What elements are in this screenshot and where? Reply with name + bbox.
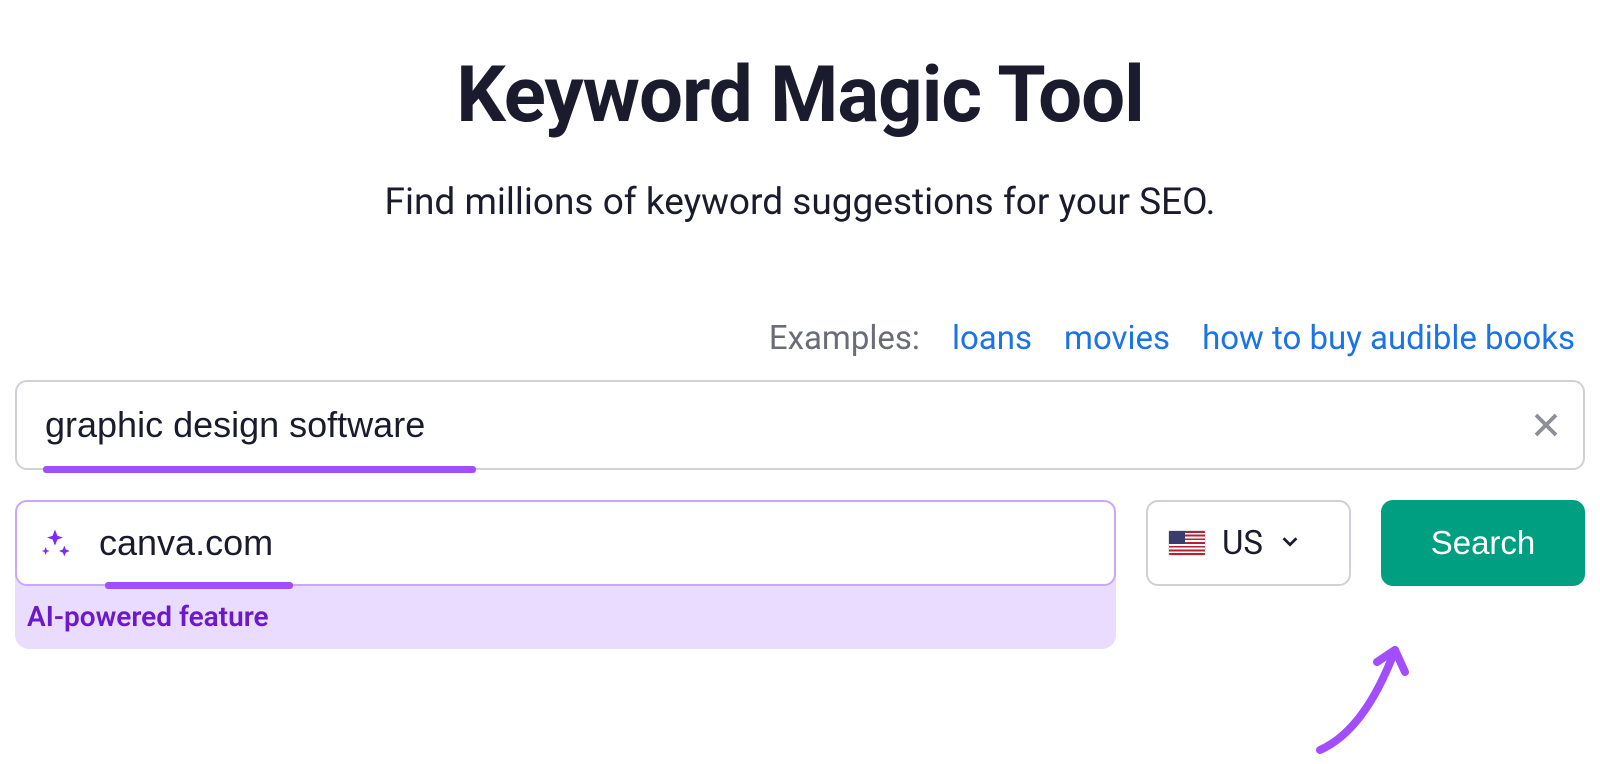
annotation-highlight-domain bbox=[105, 582, 293, 589]
search-button[interactable]: Search bbox=[1381, 500, 1585, 586]
domain-input[interactable] bbox=[99, 522, 1092, 564]
ai-feature-label: AI-powered feature bbox=[15, 586, 1116, 637]
sparkle-icon bbox=[39, 527, 71, 559]
country-code-label: US bbox=[1222, 524, 1263, 563]
close-icon bbox=[1531, 410, 1561, 440]
page-title: Keyword Magic Tool bbox=[456, 50, 1144, 141]
example-link-loans[interactable]: loans bbox=[952, 319, 1032, 358]
keyword-input-group bbox=[15, 380, 1585, 470]
country-select[interactable]: US bbox=[1146, 500, 1351, 586]
annotation-arrow bbox=[1305, 620, 1425, 764]
chevron-down-icon bbox=[1279, 530, 1301, 556]
annotation-highlight-keyword bbox=[43, 466, 476, 473]
us-flag-icon bbox=[1168, 530, 1206, 556]
examples-label: Examples: bbox=[769, 319, 920, 358]
domain-input-wrap bbox=[15, 500, 1116, 586]
search-controls-row: AI-powered feature US Search bbox=[15, 500, 1585, 649]
examples-row: Examples: loans movies how to buy audibl… bbox=[769, 319, 1575, 358]
page-subtitle: Find millions of keyword suggestions for… bbox=[385, 181, 1216, 224]
clear-keyword-button[interactable] bbox=[1531, 410, 1561, 440]
example-link-how-to-buy-audible-books[interactable]: how to buy audible books bbox=[1202, 319, 1575, 358]
example-link-movies[interactable]: movies bbox=[1064, 319, 1170, 358]
keyword-input[interactable] bbox=[15, 380, 1585, 470]
ai-domain-box: AI-powered feature bbox=[15, 500, 1116, 649]
